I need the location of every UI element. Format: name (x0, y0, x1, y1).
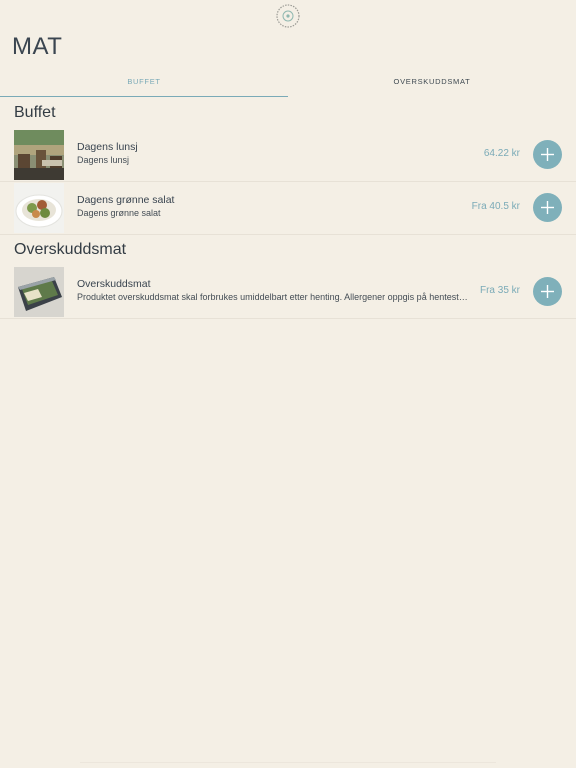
add-button[interactable] (533, 277, 562, 306)
page-title: MAT (12, 33, 63, 60)
plus-icon (541, 285, 554, 298)
divider (80, 762, 496, 763)
tab-buffet[interactable]: BUFFET (0, 66, 288, 97)
food-box-image (14, 267, 64, 317)
item-description: Dagens grønne salat (77, 208, 161, 218)
item-description: Dagens lunsj (77, 155, 130, 165)
menu-item-row[interactable]: Overskuddsmat Produktet overskuddsmat sk… (0, 266, 576, 319)
menu-item-row[interactable]: Dagens grønne salat Dagens grønne salat … (0, 182, 576, 235)
section-title-overskuddsmat: Overskuddsmat (14, 241, 127, 258)
item-price: Fra 40.5 kr (471, 201, 520, 212)
section-title-buffet: Buffet (14, 104, 56, 121)
add-button[interactable] (533, 193, 562, 222)
item-price: Fra 35 kr (479, 285, 520, 296)
plus-icon (541, 201, 554, 214)
tab-overskuddsmat[interactable]: OVERSKUDDSMAT (288, 66, 576, 97)
salad-bowl-image (14, 183, 64, 233)
tab-bar: BUFFET OVERSKUDDSMAT (0, 66, 576, 98)
item-name: Overskuddsmat (77, 278, 151, 290)
item-description: Produktet overskuddsmat skal forbrukes u… (77, 292, 469, 302)
restaurant-interior-image (14, 130, 64, 180)
item-name: Dagens lunsj (77, 141, 138, 153)
item-name: Dagens grønne salat (77, 194, 175, 206)
logo-icon (275, 3, 301, 29)
menu-item-row[interactable]: Dagens lunsj Dagens lunsj 64.22 kr (0, 129, 576, 182)
add-button[interactable] (533, 140, 562, 169)
plus-icon (541, 148, 554, 161)
item-price: 64.22 kr (483, 148, 520, 159)
